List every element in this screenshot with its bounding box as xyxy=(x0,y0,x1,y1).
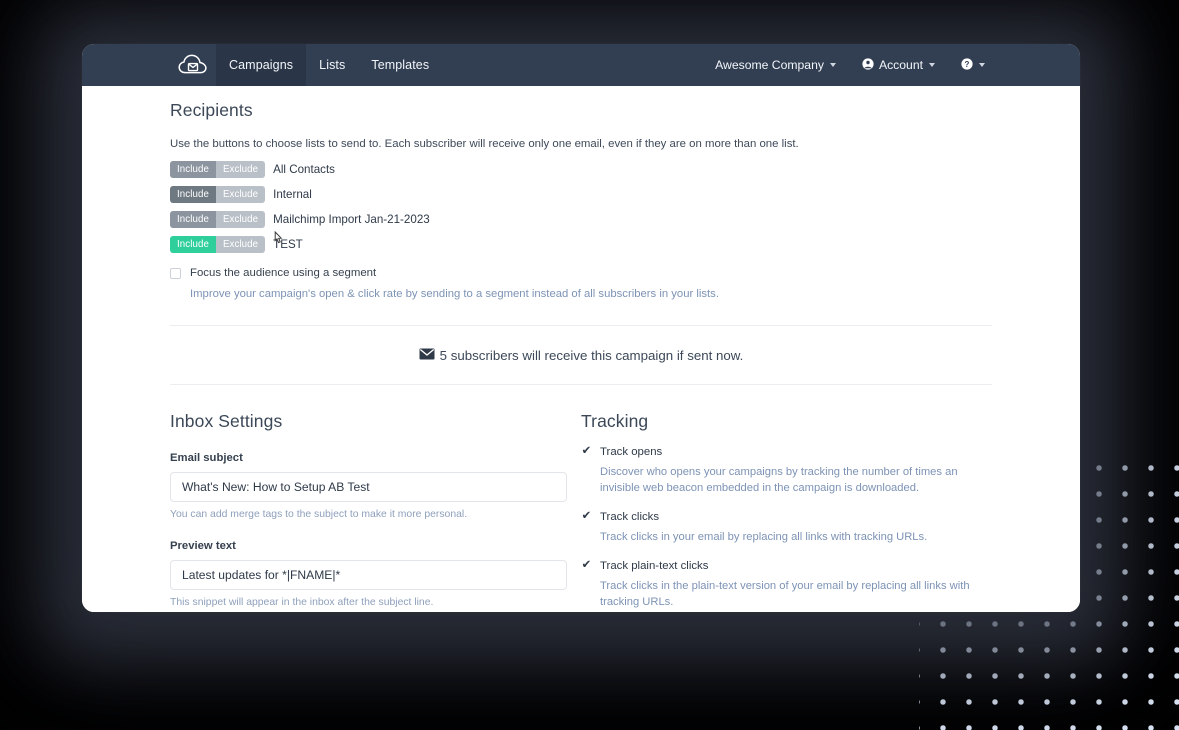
question-circle-icon: ? xyxy=(961,57,973,73)
list-name: Mailchimp Import Jan-21-2023 xyxy=(273,213,430,226)
settings-columns: Inbox Settings Email subject What's New:… xyxy=(170,385,992,612)
app-window: Campaigns Lists Templates Awesome Compan… xyxy=(82,44,1080,612)
tracking-item-label: Track plain-text clicks xyxy=(600,559,709,572)
include-button[interactable]: Include xyxy=(170,236,216,253)
tracking-item-track-clicks: ✔ Track clicks Track clicks in your emai… xyxy=(581,511,992,546)
chevron-down-icon xyxy=(979,63,985,67)
email-subject-hint: You can add merge tags to the subject to… xyxy=(170,509,468,520)
list-row: Include Exclude Mailchimp Import Jan-21-… xyxy=(170,211,992,228)
check-icon[interactable]: ✔ xyxy=(581,446,592,458)
subscriber-summary-text: 5 subscribers will receive this campaign… xyxy=(439,348,744,363)
navbar-right-group: Awesome Company Account ? xyxy=(702,44,1080,86)
page-content: Recipients Use the buttons to choose lis… xyxy=(82,86,1080,612)
tracking-title: Tracking xyxy=(581,411,649,431)
list-row: Include Exclude Internal xyxy=(170,186,992,203)
tracking-item-description: Track clicks in your email by replacing … xyxy=(600,530,928,543)
segment-checkbox-label: Focus the audience using a segment xyxy=(190,267,377,279)
tracking-item-label: Track opens xyxy=(600,446,663,458)
list-name: TEST xyxy=(273,238,303,251)
list-row: Include Exclude TEST xyxy=(170,236,992,253)
include-exclude-toggle: Include Exclude xyxy=(170,161,266,178)
preview-text-label: Preview text xyxy=(170,540,236,552)
navbar-left-group: Campaigns Lists Templates xyxy=(82,44,442,86)
nav-link-lists[interactable]: Lists xyxy=(306,44,358,86)
envelope-icon xyxy=(419,348,435,363)
company-switcher-label: Awesome Company xyxy=(715,58,824,72)
tracking-item-label: Track clicks xyxy=(600,510,660,523)
tracking-item-description: Discover who opens your campaigns by tra… xyxy=(600,466,958,494)
user-circle-icon xyxy=(862,57,874,73)
list-row: Include Exclude All Contacts xyxy=(170,161,992,178)
nav-link-templates[interactable]: Templates xyxy=(358,44,442,86)
check-icon[interactable]: ✔ xyxy=(581,559,592,572)
exclude-button[interactable]: Exclude xyxy=(215,186,266,203)
account-menu-label: Account xyxy=(878,58,923,72)
email-subject-label: Email subject xyxy=(170,452,243,464)
include-exclude-toggle: Include Exclude xyxy=(170,186,266,203)
include-button[interactable]: Include xyxy=(170,186,216,203)
page-title: Recipients xyxy=(170,100,253,120)
exclude-button[interactable]: Exclude xyxy=(215,236,266,253)
company-switcher[interactable]: Awesome Company xyxy=(702,44,849,86)
window-bottom-edge xyxy=(82,610,1080,612)
tracking-item-track-plain-text-clicks: ✔ Track plain-text clicks Track clicks i… xyxy=(581,559,992,611)
cloud-envelope-logo-icon[interactable] xyxy=(170,44,216,86)
email-subject-input[interactable]: What's New: How to Setup AB Test xyxy=(170,472,567,502)
preview-text-input[interactable]: Latest updates for *|FNAME|* xyxy=(170,560,567,590)
help-menu[interactable]: ? xyxy=(948,44,998,86)
tracking-item-description: Track clicks in the plain-text version o… xyxy=(600,579,970,608)
list-name: All Contacts xyxy=(273,163,335,176)
preview-text-hint: This snippet will appear in the inbox af… xyxy=(170,597,434,608)
include-exclude-toggle: Include Exclude xyxy=(170,211,266,228)
list-name: Internal xyxy=(273,188,312,201)
segment-help-link[interactable]: Improve your campaign's open & click rat… xyxy=(190,288,992,300)
segment-checkbox[interactable] xyxy=(170,268,181,279)
nav-link-campaigns[interactable]: Campaigns xyxy=(216,44,307,86)
segment-checkbox-row[interactable]: Focus the audience using a segment xyxy=(170,267,992,279)
inbox-settings-title: Inbox Settings xyxy=(170,411,283,431)
top-navbar: Campaigns Lists Templates Awesome Compan… xyxy=(82,44,1080,86)
include-button[interactable]: Include xyxy=(170,211,216,228)
tracking-column: Tracking ✔ Track opens Discover who open… xyxy=(581,411,992,612)
tracking-item-header[interactable]: ✔ Track plain-text clicks xyxy=(581,559,992,572)
exclude-button[interactable]: Exclude xyxy=(215,211,266,228)
include-exclude-toggle: Include Exclude xyxy=(170,236,266,253)
tracking-item-header[interactable]: ✔ Track clicks xyxy=(581,511,992,523)
chevron-down-icon xyxy=(929,63,935,67)
check-icon[interactable]: ✔ xyxy=(581,511,592,523)
account-menu[interactable]: Account xyxy=(849,44,948,86)
exclude-button[interactable]: Exclude xyxy=(215,161,266,178)
subscriber-summary: 5 subscribers will receive this campaign… xyxy=(170,326,992,384)
tracking-item-track-opens: ✔ Track opens Discover who opens your ca… xyxy=(581,446,992,497)
recipient-list-rows: Include Exclude All Contacts Include Exc… xyxy=(170,161,992,253)
recipients-intro-text: Use the buttons to choose lists to send … xyxy=(170,138,799,150)
chevron-down-icon xyxy=(829,63,836,67)
segment-block: Focus the audience using a segment Impro… xyxy=(170,267,992,300)
svg-text:?: ? xyxy=(965,59,970,68)
tracking-item-header[interactable]: ✔ Track opens xyxy=(581,446,992,458)
inbox-settings-column: Inbox Settings Email subject What's New:… xyxy=(170,411,581,612)
include-button[interactable]: Include xyxy=(170,161,216,178)
